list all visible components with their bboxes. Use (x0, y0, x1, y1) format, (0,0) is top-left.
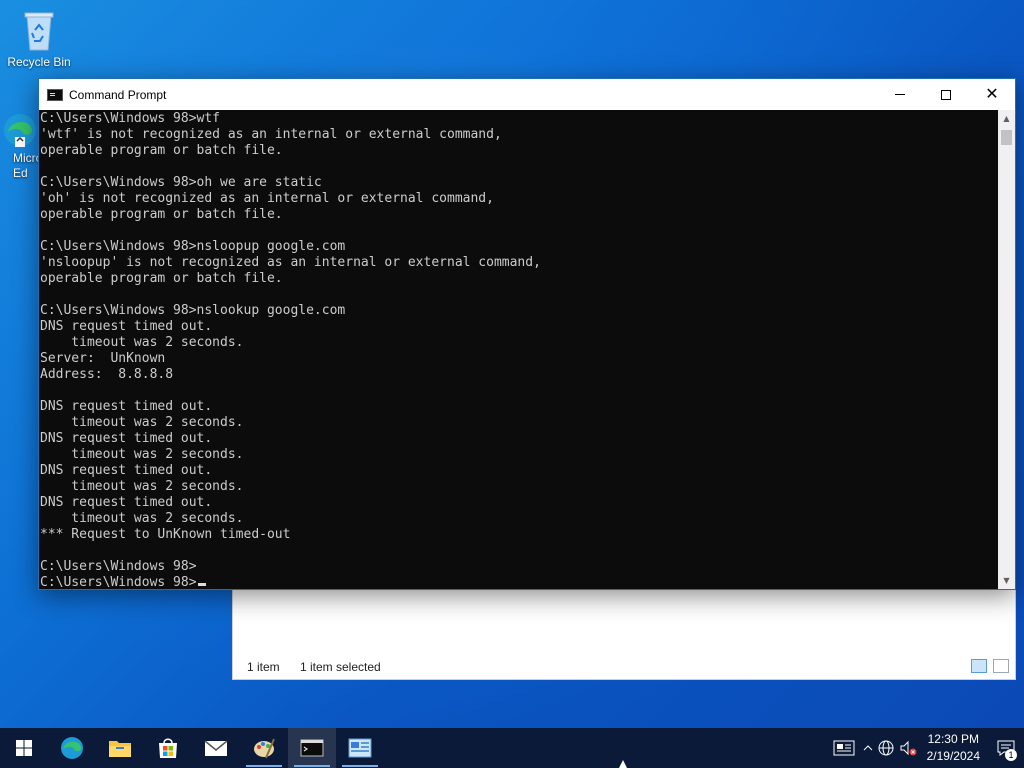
console-line: C:\Users\Windows 98>nsloopup google.com (40, 239, 346, 254)
console-line: timeout was 2 seconds. (40, 415, 244, 430)
console-line: Server: UnKnown (40, 351, 166, 366)
explorer-status-bar: 1 item 1 item selected (233, 655, 1015, 679)
console-line: DNS request timed out. (40, 495, 213, 510)
cmd-icon (300, 739, 324, 757)
console-line: C:\Users\Windows 98> (40, 559, 197, 574)
mail-icon (204, 740, 228, 756)
store-icon (159, 738, 177, 758)
recycle-bin-desktop-icon[interactable]: Recycle Bin (1, 8, 77, 69)
large-icons-view-icon[interactable] (993, 659, 1009, 673)
console-line: timeout was 2 seconds. (40, 511, 244, 526)
text-cursor (197, 583, 206, 586)
taskbar-edge[interactable] (48, 728, 96, 768)
taskbar-mail[interactable] (192, 728, 240, 768)
console-line: DNS request timed out. (40, 399, 213, 414)
clock-time: 12:30 PM (927, 732, 979, 746)
edge-icon (2, 112, 38, 148)
maximize-button[interactable] (923, 79, 969, 110)
taskbar: 12:30 PM 2/19/2024 1 (0, 728, 1024, 768)
taskbar-paint[interactable] (240, 728, 288, 768)
console-line: 'nsloopup' is not recognized as an inter… (40, 255, 541, 270)
windows-logo-icon (16, 740, 32, 756)
edge-icon (61, 737, 83, 759)
console-line: operable program or batch file. (40, 207, 283, 222)
news-widget-icon[interactable] (827, 728, 861, 768)
action-center-button[interactable]: 1 (988, 728, 1024, 768)
console-line: timeout was 2 seconds. (40, 335, 244, 350)
console-line: DNS request timed out. (40, 463, 213, 478)
clock[interactable]: 12:30 PM 2/19/2024 (919, 731, 988, 765)
console-line: C:\Users\Windows 98>nslookup google.com (40, 303, 346, 318)
vertical-scrollbar[interactable]: ▲ ▼ (998, 110, 1015, 589)
taskbar-control-panel[interactable] (336, 728, 384, 768)
console-prompt-line: C:\Users\Windows 98> (40, 575, 998, 589)
volume-muted-icon[interactable] (897, 728, 919, 768)
folder-icon (109, 741, 131, 757)
console-line: 'oh' is not recognized as an internal or… (40, 191, 494, 206)
console-line: C:\Users\Windows 98>oh we are static (40, 175, 322, 190)
details-view-icon[interactable] (971, 659, 987, 673)
close-button[interactable]: ✕ (969, 79, 1015, 110)
console-line: DNS request timed out. (40, 319, 213, 334)
recycle-bin-label: Recycle Bin (7, 55, 71, 69)
show-hidden-icons-chevron-up-icon[interactable] (861, 728, 875, 768)
start-button[interactable] (0, 728, 48, 768)
scroll-up-icon[interactable]: ▲ (998, 110, 1015, 127)
minimize-button[interactable] (877, 79, 923, 110)
console-line: operable program or batch file. (40, 143, 283, 158)
title-bar[interactable]: Command Prompt ✕ (39, 79, 1015, 110)
edge-desktop-icon[interactable]: Micro Ed (0, 112, 40, 181)
console-prompt: C:\Users\Windows 98> (40, 575, 197, 589)
edge-label: Micro Ed (13, 151, 40, 180)
control-panel-icon (348, 738, 372, 758)
console-line: 'wtf' is not recognized as an internal o… (40, 127, 502, 142)
command-prompt-window[interactable]: Command Prompt ✕ C:\Users\Windows 98>wtf… (38, 78, 1016, 590)
selection-count: 1 item selected (300, 660, 381, 674)
console-line: DNS request timed out. (40, 431, 213, 446)
paint-palette-icon (254, 738, 275, 759)
system-tray: 12:30 PM 2/19/2024 1 (827, 728, 1024, 768)
file-explorer-window[interactable]: 1 item 1 item selected (232, 586, 1016, 680)
console-line: Address: 8.8.8.8 (40, 367, 174, 382)
cmd-app-icon[interactable] (47, 88, 63, 101)
network-globe-icon[interactable] (875, 728, 897, 768)
console-line: timeout was 2 seconds. (40, 479, 244, 494)
clock-date: 2/19/2024 (926, 749, 980, 763)
taskbar-store[interactable] (144, 728, 192, 768)
notification-count-badge: 1 (1005, 749, 1017, 761)
window-title: Command Prompt (69, 87, 167, 102)
taskbar-command-prompt[interactable] (288, 728, 336, 768)
scroll-down-icon[interactable]: ▼ (998, 572, 1015, 589)
maximize-icon (941, 89, 951, 100)
console-line: timeout was 2 seconds. (40, 447, 244, 462)
item-count: 1 item (247, 660, 280, 674)
console-line: C:\Users\Windows 98>wtf (40, 111, 221, 126)
console-area[interactable]: C:\Users\Windows 98>wtf'wtf' is not reco… (39, 110, 998, 589)
recycle-bin-icon (19, 8, 59, 52)
minimize-icon (895, 94, 905, 95)
taskbar-file-explorer[interactable] (96, 728, 144, 768)
console-output: C:\Users\Windows 98>wtf'wtf' is not reco… (39, 110, 998, 589)
console-line: *** Request to UnKnown timed-out (40, 527, 291, 542)
mouse-cursor-icon (619, 760, 627, 768)
console-line: operable program or batch file. (40, 271, 283, 286)
close-icon: ✕ (985, 85, 999, 103)
scroll-thumb[interactable] (1001, 130, 1012, 145)
